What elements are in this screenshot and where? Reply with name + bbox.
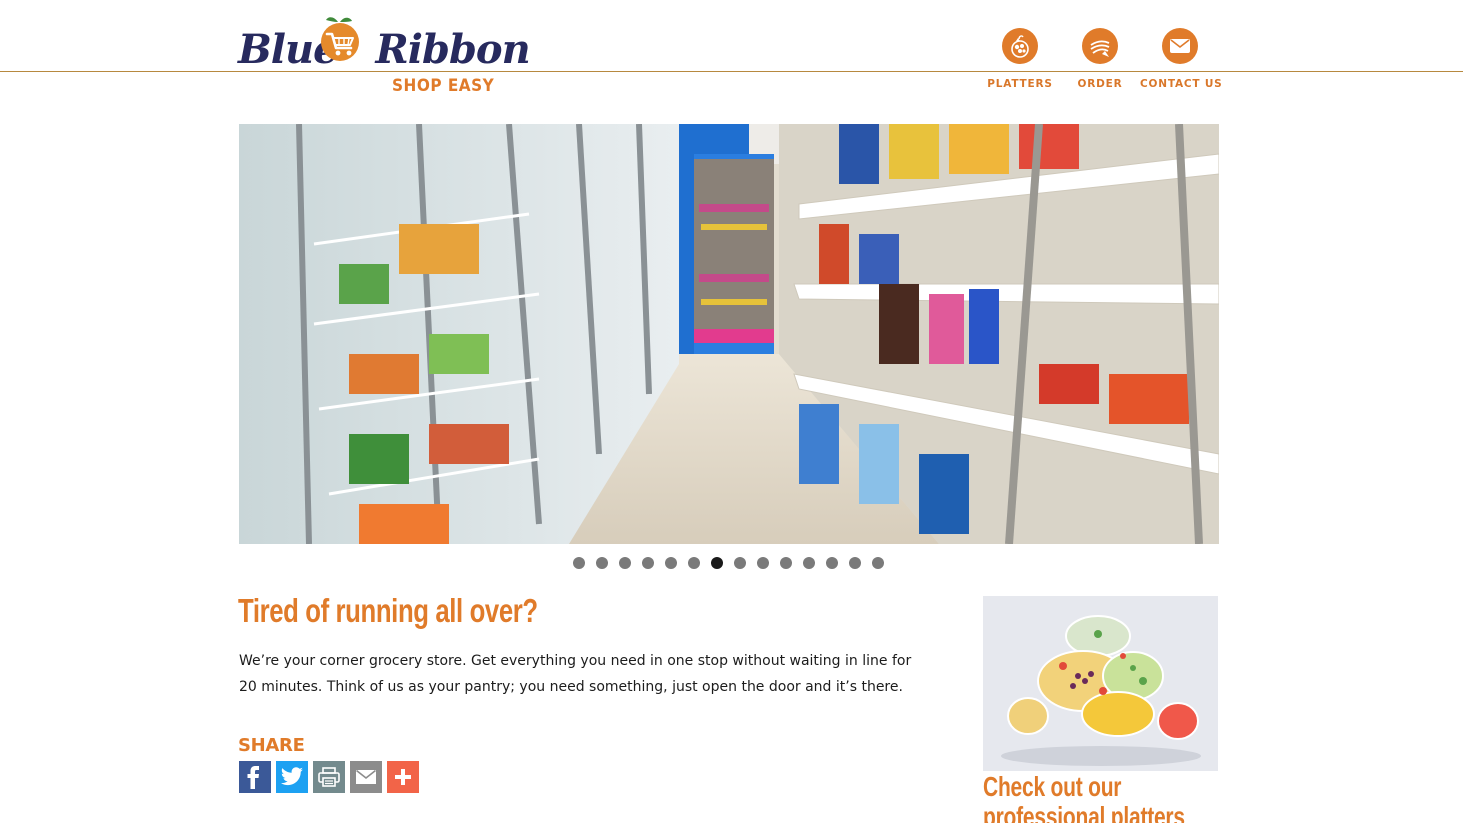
slider-dot[interactable]: [596, 557, 608, 569]
slider-dot[interactable]: [734, 557, 746, 569]
plus-icon: [395, 769, 411, 785]
slider-dot-active[interactable]: [711, 557, 723, 569]
slider-dot[interactable]: [573, 557, 585, 569]
facebook-share-button[interactable]: [239, 761, 271, 793]
main-nav: PLATTERS ORDER CONTACT US: [985, 28, 1225, 98]
slider-dot[interactable]: [849, 557, 861, 569]
slider-dot[interactable]: [665, 557, 677, 569]
order-icon: [1082, 28, 1118, 64]
slider-dot[interactable]: [619, 557, 631, 569]
nav-contact-us[interactable]: CONTACT US: [1140, 28, 1223, 90]
nav-order[interactable]: ORDER: [1060, 28, 1140, 90]
nav-order-label: ORDER: [1077, 78, 1123, 90]
nav-platters[interactable]: PLATTERS: [980, 28, 1060, 90]
hero-slide-image[interactable]: [239, 124, 1219, 544]
share-label: SHARE: [238, 735, 305, 756]
logo[interactable]: Blue Ribbon: [238, 12, 531, 73]
platters-promo-heading[interactable]: Check out our professional platters: [983, 772, 1231, 823]
print-share-button[interactable]: [313, 761, 345, 793]
grocery-aisle-illustration: [239, 124, 1219, 544]
slider-dot[interactable]: [688, 557, 700, 569]
header-divider: [0, 71, 1463, 72]
logo-wordmark: Blue Ribbon: [238, 26, 531, 74]
more-share-button[interactable]: [387, 761, 419, 793]
intro-paragraph: We’re your corner grocery store. Get eve…: [239, 653, 912, 695]
slider-pagination: [573, 557, 884, 569]
orange-cart-icon: [321, 17, 359, 61]
slider-dot[interactable]: [780, 557, 792, 569]
platters-promo-image[interactable]: [983, 596, 1218, 771]
print-icon: [318, 767, 340, 787]
logo-word-ribbon: Ribbon: [375, 26, 531, 73]
tagline: SHOP EASY: [392, 76, 495, 96]
slider-dot[interactable]: [642, 557, 654, 569]
email-share-button[interactable]: [350, 761, 382, 793]
envelope-icon: [1162, 28, 1198, 64]
facebook-icon: [247, 766, 259, 789]
platter-icon: [1002, 28, 1038, 64]
nav-platters-label: PLATTERS: [987, 78, 1053, 90]
email-icon: [356, 769, 376, 784]
slider-dot[interactable]: [826, 557, 838, 569]
fruit-platters-illustration: [983, 596, 1218, 771]
slider-dot[interactable]: [757, 557, 769, 569]
twitter-share-button[interactable]: [276, 761, 308, 793]
twitter-icon: [281, 767, 303, 786]
slider-dot[interactable]: [872, 557, 884, 569]
nav-contact-us-label: CONTACT US: [1140, 78, 1223, 90]
slider-dot[interactable]: [803, 557, 815, 569]
page-heading: Tired of running all over?: [238, 592, 538, 629]
share-buttons: [239, 761, 419, 793]
